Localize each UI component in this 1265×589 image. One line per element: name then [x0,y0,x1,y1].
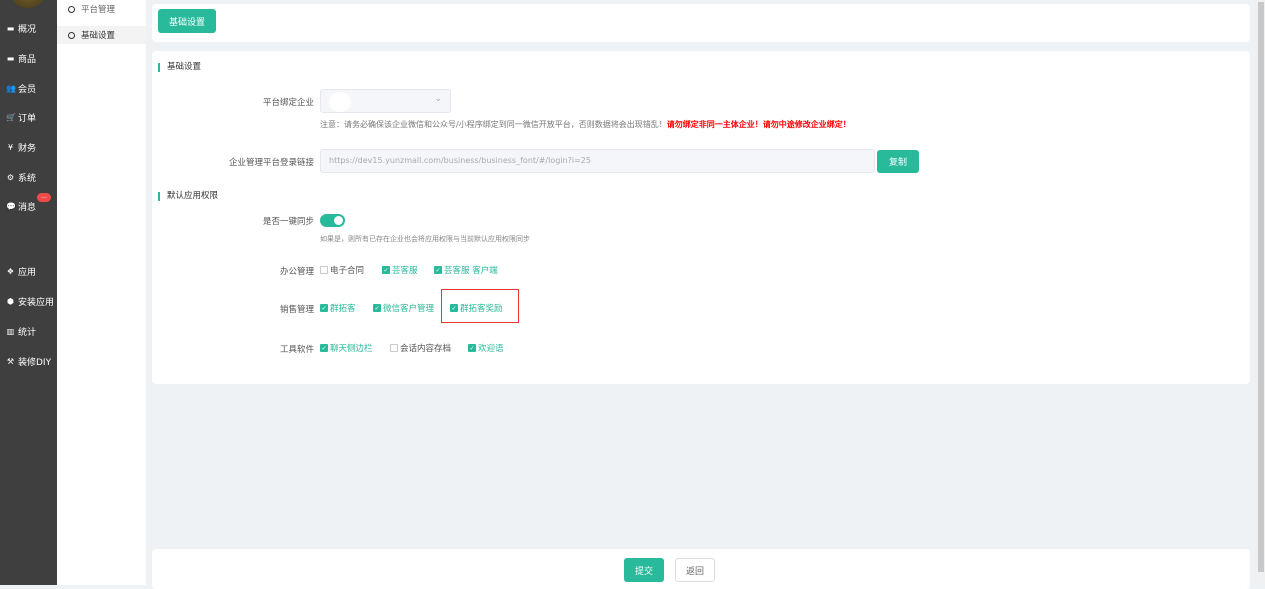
tab-basic-settings[interactable]: 基础设置 [158,9,216,33]
scrollbar[interactable] [1257,0,1265,585]
bind-label: 平台绑定企业 [262,98,314,108]
back-button[interactable]: 返回 [675,558,715,582]
chat-icon: 💬 [6,202,16,211]
login-link-input[interactable]: https://dev15.yunzmall.com/business/busi… [320,149,875,173]
sidebar-item-7[interactable]: ❖ 应用 [6,265,36,278]
checkbox-label: 电子合同 [330,266,365,276]
checkbox-label: 欢迎语 [478,344,504,354]
circle-icon [68,31,75,39]
sidebar-item-label: 概况 [18,25,37,35]
sidebar-item-label: 商品 [18,55,37,65]
checkbox-icon [390,344,398,352]
checkbox-icon: ✓ [320,344,328,352]
permission-checkbox[interactable]: 电子合同 [320,264,364,276]
section-title-basic: 基础设置 [158,63,201,72]
circle-icon [68,5,75,13]
sidebar-item-10[interactable]: ⚒ 装修DIY [6,355,51,368]
permission-checkbox[interactable]: 会话内容存档 [390,342,451,354]
cart-icon: 🛒 [6,113,16,122]
sidebar-item-label: 应用 [18,268,37,278]
sidebar-item-6[interactable]: 💬 消息 [6,200,36,213]
sync-hint: 如果是，则所有已存在企业也会将应用权限与当前默认应用权限同步 [320,235,530,243]
section-title-permissions: 默认应用权限 [158,192,218,201]
permission-checkbox[interactable]: ✓ 聊天侧边栏 [320,342,373,354]
notice-text: 注意：请务必确保该企业微信和公众号/小程序绑定到同一微信开放平台，否则数据将会出… [320,120,667,129]
subnav-basic-settings[interactable]: 基础设置 [57,26,146,44]
sidebar-item-label: 会员 [18,85,37,95]
sidebar-item-4[interactable]: ¥ 财务 [6,141,36,154]
checkbox-label: 芸客服 客户端 [444,266,498,276]
subnav-platform-management[interactable]: 平台管理 [57,0,146,18]
checkbox-icon: ✓ [382,266,390,274]
permission-checkbox[interactable]: ✓ 芸客服 客户端 [434,264,498,276]
checkbox-icon: ✓ [373,304,381,312]
hammer-icon: ⚒ [6,357,15,366]
permission-checkbox[interactable]: ✓ 微信客户管理 [373,302,434,314]
sidebar-item-label: 统计 [18,328,37,338]
sidebar-item-label: 订单 [18,114,37,124]
highlight-box [441,289,519,323]
link-label: 企业管理平台登录链接 [228,158,314,168]
main-sidebar: ▬ 概况 ▬ 商品 👥 会员 🛒 订单 ¥ 财务 ⚙ 系统 💬 消息 ❖ 应用 ⬢ 安装应用 ▥ 统计 ⚒ 装修DIY .… [0,0,57,585]
permission-checkbox[interactable]: ✓ 群拓客 [320,302,356,314]
overview-icon: ▬ [6,24,15,33]
checkbox-icon [320,266,328,274]
group-label: 办公管理 [279,267,314,277]
header-card: 基础设置 [152,4,1250,42]
sidebar-item-5[interactable]: ⚙ 系统 [6,171,36,184]
sub-nav: 平台管理 基础设置 [57,0,146,585]
enterprise-avatar [329,92,351,112]
chevron-down-icon: ⌄ [434,94,442,104]
apps-icon: ❖ [6,267,15,276]
sidebar-item-label: 安装应用 [18,298,55,308]
checkbox-label: 聊天侧边栏 [330,344,373,354]
permission-checkbox[interactable]: ✓ 欢迎语 [468,342,504,354]
members-icon: 👥 [6,84,16,93]
submit-button[interactable]: 提交 [624,558,664,582]
subnav-label: 平台管理 [81,5,116,15]
sidebar-item-3[interactable]: 🛒 订单 [6,111,36,124]
permission-checkbox[interactable]: ✓ 芸客服 [382,264,418,276]
group-label: 工具软件 [279,345,314,355]
sidebar-item-1[interactable]: ▬ 商品 [6,52,36,65]
settings-card [152,51,1250,384]
sidebar-item-0[interactable]: ▬ 概况 [6,22,36,35]
sidebar-item-9[interactable]: ▥ 统计 [6,325,36,338]
goods-icon: ▬ [6,54,15,63]
group-label: 销售管理 [279,305,314,315]
checkbox-icon: ✓ [434,266,442,274]
gears-icon: ⚙ [6,173,15,182]
avatar[interactable] [12,0,44,8]
checkbox-icon: ✓ [468,344,476,352]
subnav-label: 基础设置 [81,31,116,41]
copy-button[interactable]: 复制 [877,150,919,173]
sidebar-item-label: 财务 [18,144,37,154]
footer-bar: 提交 返回 [152,549,1250,589]
sync-label: 是否一键同步 [262,217,314,227]
checkbox-label: 微信客户管理 [383,304,435,314]
stats-icon: ▥ [6,327,15,336]
checkbox-label: 群拓客 [330,304,356,314]
checkbox-label: 芸客服 [392,266,418,276]
sidebar-item-8[interactable]: ⬢ 安装应用 [6,295,54,308]
enterprise-select[interactable]: ⌄ [320,89,451,113]
sidebar-item-2[interactable]: 👥 会员 [6,82,36,95]
yen-icon: ¥ [7,143,14,152]
sidebar-item-label: 装修DIY [18,358,52,368]
bind-notice: 注意：请务必确保该企业微信和公众号/小程序绑定到同一微信开放平台，否则数据将会出… [320,119,851,130]
checkbox-label: 会话内容存档 [400,344,452,354]
checkbox-icon: ✓ [320,304,328,312]
sidebar-item-label: 消息 [18,203,37,213]
message-badge: ... [37,193,51,202]
install-icon: ⬢ [7,297,14,306]
warning-text: 请勿绑定非同一主体企业！请勿中途修改企业绑定！ [666,120,851,129]
sync-toggle[interactable] [320,214,345,227]
sidebar-item-label: 系统 [18,174,37,184]
